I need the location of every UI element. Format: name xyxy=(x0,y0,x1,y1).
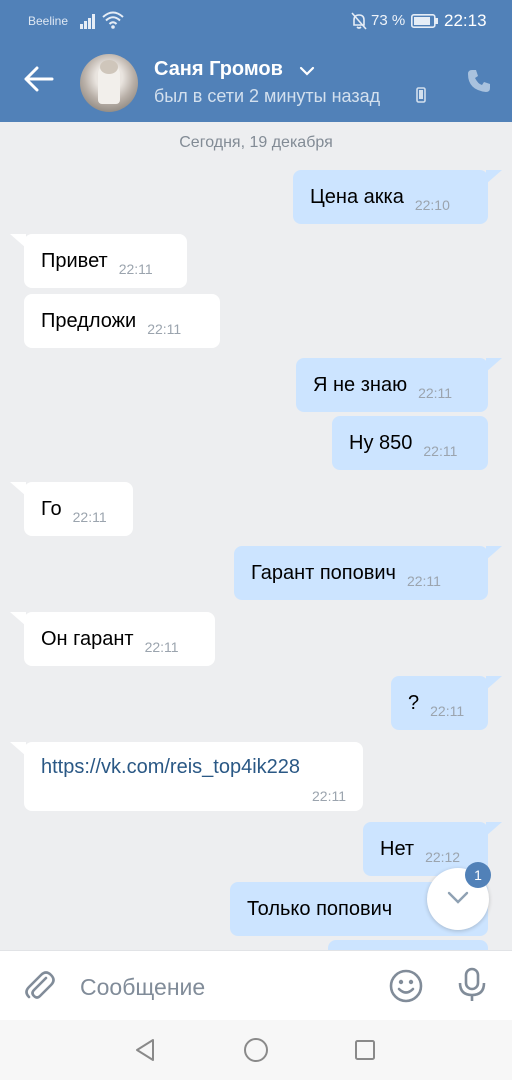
microphone-icon[interactable] xyxy=(457,967,487,1003)
battery-icon xyxy=(411,14,438,28)
message-text: Я не знаю xyxy=(313,373,408,396)
message-outgoing[interactable]: Гарант попович 22:11 xyxy=(234,546,502,600)
message-outgoing[interactable]: Цена акка 22:10 xyxy=(293,170,502,224)
paperclip-icon[interactable] xyxy=(24,969,56,1003)
message-text: Нет xyxy=(380,837,415,860)
message-text: Гарант попович xyxy=(251,561,396,584)
signal-icon xyxy=(80,14,95,29)
message-time: 22:11 xyxy=(72,509,107,525)
message-text: Го xyxy=(41,497,62,520)
contact-name[interactable]: Саня Громов xyxy=(154,58,283,81)
message-incoming[interactable]: Привет 22:11 xyxy=(10,234,187,288)
mobile-device-icon xyxy=(416,87,426,103)
message-time: 22:11 xyxy=(406,573,441,589)
nav-home-icon[interactable] xyxy=(242,1036,270,1064)
mute-bell-icon xyxy=(351,12,367,30)
presence-status: был в сети 2 минуты назад xyxy=(154,86,381,106)
message-outgoing[interactable]: Ну 850 22:11 xyxy=(332,416,488,470)
date-separator: Сегодня, 19 декабря xyxy=(179,134,333,151)
message-time: 22:12 xyxy=(425,849,461,865)
message-text: ? xyxy=(408,691,420,714)
message-text: Только попович xyxy=(247,897,393,920)
system-navigation-bar xyxy=(0,1020,512,1080)
message-time: 22:11 xyxy=(118,261,153,277)
message-outgoing[interactable]: ? 22:11 xyxy=(391,676,502,730)
arrow-left-icon[interactable] xyxy=(24,66,54,92)
message-composer xyxy=(0,950,512,1020)
message-incoming[interactable]: Го 22:11 xyxy=(10,482,133,536)
carrier-label: Beeline xyxy=(28,14,69,28)
wifi-icon xyxy=(102,11,124,29)
message-time: 22:11 xyxy=(430,703,465,719)
nav-back-icon[interactable] xyxy=(133,1037,157,1063)
message-time: 22:10 xyxy=(414,197,450,213)
battery-percent: 73 % xyxy=(371,12,406,29)
chevron-down-icon xyxy=(447,891,469,904)
nav-recent-apps-icon[interactable] xyxy=(353,1038,377,1062)
message-time: 22:11 xyxy=(144,639,179,655)
message-incoming-link[interactable]: https://vk.com/reis_top4ik228 22:11 xyxy=(10,742,363,811)
message-text: Привет xyxy=(41,249,108,272)
app-header: Beeline 73 % 22:13 Саня Громов был в сет… xyxy=(0,0,512,122)
message-time: 22:11 xyxy=(147,321,182,337)
message-incoming[interactable]: Он гарант 22:11 xyxy=(10,612,215,666)
message-input[interactable] xyxy=(80,971,370,1003)
status-time: 22:13 xyxy=(444,11,487,30)
chevron-down-icon[interactable] xyxy=(299,66,315,76)
unread-badge: 1 xyxy=(465,862,491,888)
smile-icon[interactable] xyxy=(389,969,423,1003)
message-outgoing-partial[interactable] xyxy=(328,940,488,950)
message-time: 22:11 xyxy=(418,385,453,401)
message-link[interactable]: https://vk.com/reis_top4ik228 xyxy=(41,756,300,779)
message-time: 22:11 xyxy=(423,443,458,459)
message-text: Ну 850 xyxy=(349,431,413,454)
message-text: Цена акка xyxy=(310,185,404,208)
phone-icon[interactable] xyxy=(466,68,492,94)
message-outgoing[interactable]: Я не знаю 22:11 xyxy=(296,358,502,412)
avatar[interactable] xyxy=(80,54,138,112)
message-incoming[interactable]: Предложи 22:11 xyxy=(24,294,220,348)
message-text: Он гарант xyxy=(41,627,134,650)
message-text: Предложи xyxy=(41,309,137,332)
status-bar: Beeline 73 % 22:13 xyxy=(0,0,512,42)
message-list[interactable]: Сегодня, 19 декабря Цена акка 22:10 Прив… xyxy=(0,122,512,950)
message-time: 22:11 xyxy=(312,788,346,804)
